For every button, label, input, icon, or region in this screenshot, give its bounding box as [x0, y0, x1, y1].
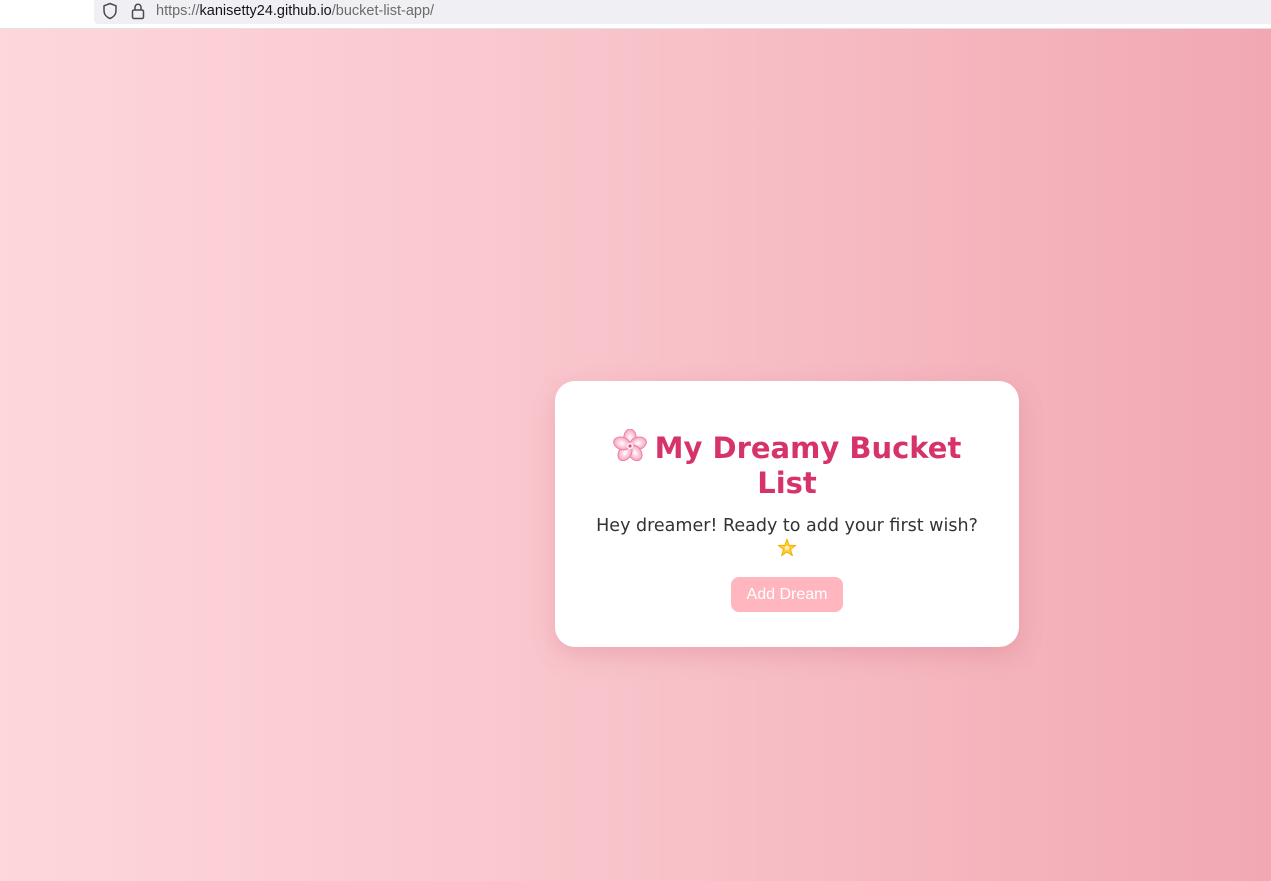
url-host: kanisetty24.github.io: [199, 3, 332, 19]
page-title: My Dreamy Bucket List: [585, 429, 989, 501]
welcome-message: Hey dreamer! Ready to add your first wis…: [585, 515, 989, 562]
bucket-list-card: My Dreamy Bucket List Hey dreamer! Ready…: [555, 381, 1019, 647]
url-path: /bucket-list-app/: [331, 3, 435, 19]
add-dream-button[interactable]: Add Dream: [730, 577, 844, 612]
lock-icon[interactable]: [130, 2, 146, 20]
url-scheme: https://: [156, 3, 200, 19]
url-text[interactable]: https://kanisetty24.github.io/bucket-lis…: [156, 2, 434, 20]
address-bar[interactable]: https://kanisetty24.github.io/bucket-lis…: [94, 0, 1271, 24]
cherry-blossom-icon: [612, 429, 647, 462]
page-title-text: My Dreamy Bucket List: [654, 431, 962, 500]
page-background: My Dreamy Bucket List Hey dreamer! Ready…: [0, 29, 1271, 881]
shield-icon[interactable]: [102, 2, 118, 20]
welcome-message-text: Hey dreamer! Ready to add your first wis…: [596, 516, 978, 536]
glowing-star-icon: [777, 538, 797, 557]
browser-toolbar: https://kanisetty24.github.io/bucket-lis…: [0, 0, 1271, 29]
